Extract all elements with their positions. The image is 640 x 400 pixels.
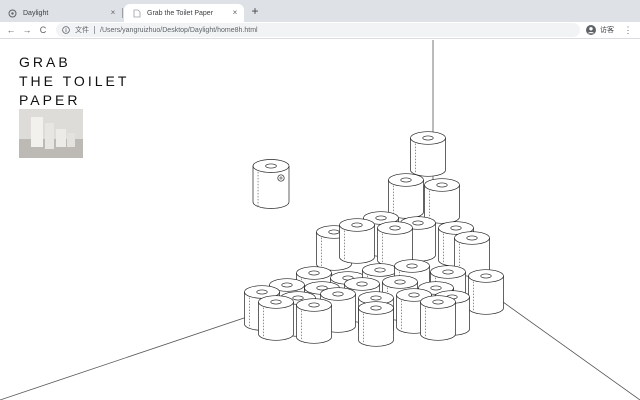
info-icon[interactable] <box>60 26 72 34</box>
profile-label: 访客 <box>600 27 614 34</box>
preview-image[interactable] <box>19 109 83 158</box>
toilet-roll <box>296 298 332 344</box>
tab-strip: Daylight × Grab the Toilet Paper × + <box>0 0 640 22</box>
reload-icon[interactable]: C <box>36 23 50 37</box>
new-tab-button[interactable]: + <box>248 5 262 19</box>
held-roll[interactable] <box>252 159 290 209</box>
toilet-roll <box>468 269 504 315</box>
toilet-roll <box>252 159 290 209</box>
page-title: GRAB THE TOILET PAPER <box>19 54 130 108</box>
close-icon[interactable]: × <box>230 8 240 18</box>
tab-daylight[interactable]: Daylight × <box>0 4 122 22</box>
page-favicon-icon <box>8 9 17 18</box>
toilet-roll <box>410 131 446 177</box>
address-bar[interactable]: 文件 /Users/yangruizhuo/Desktop/Daylight/h… <box>56 23 580 37</box>
forward-icon[interactable]: → <box>20 23 34 37</box>
tab-divider <box>122 8 123 18</box>
toilet-roll <box>388 173 424 219</box>
toilet-roll <box>420 295 456 341</box>
close-icon[interactable]: × <box>108 8 118 18</box>
avatar-icon <box>586 25 596 35</box>
toilet-roll <box>424 178 460 224</box>
toilet-roll <box>358 301 394 347</box>
tab-label: Daylight <box>23 9 49 17</box>
tab-grab-the-toilet-paper[interactable]: Grab the Toilet Paper × <box>124 4 244 22</box>
security-label: 文件 <box>75 27 89 34</box>
url-text[interactable]: /Users/yangruizhuo/Desktop/Daylight/home… <box>100 27 258 34</box>
document-icon <box>132 9 141 18</box>
cursor-dot <box>279 176 283 180</box>
back-icon[interactable]: ← <box>4 23 18 37</box>
toilet-roll <box>258 295 294 341</box>
address-separator <box>94 26 95 34</box>
profile-button[interactable]: 访客 <box>586 23 614 37</box>
browser-toolbar: ← → C 文件 /Users/yangruizhuo/Desktop/Dayl… <box>0 22 640 39</box>
page-content: GRAB THE TOILET PAPER <box>0 40 640 400</box>
tab-label: Grab the Toilet Paper <box>147 9 214 17</box>
menu-icon[interactable]: ⋮ <box>623 23 633 37</box>
toilet-roll <box>339 218 375 264</box>
